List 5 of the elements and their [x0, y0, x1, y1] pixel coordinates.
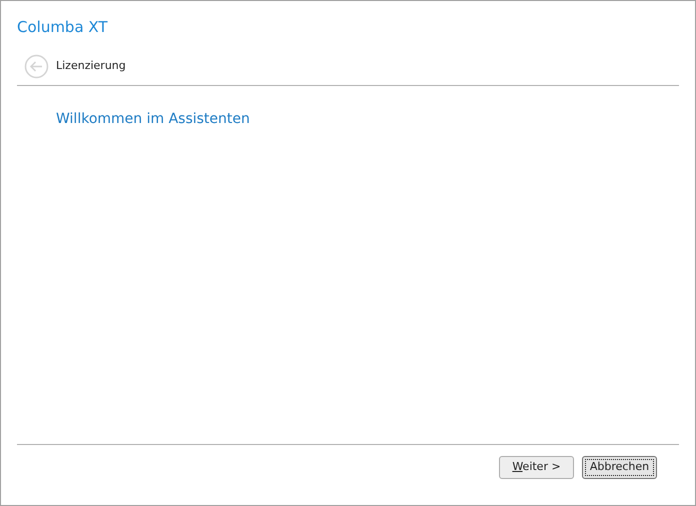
dialog-button[interactable]: Weiter > [499, 456, 574, 479]
breadcrumb-label: Lizenzierung [56, 58, 126, 74]
window-title: Columba XT [17, 18, 108, 36]
page-heading: Willkommen im Assistenten [56, 111, 250, 127]
dialog-button[interactable]: Abbrechen [582, 456, 657, 479]
